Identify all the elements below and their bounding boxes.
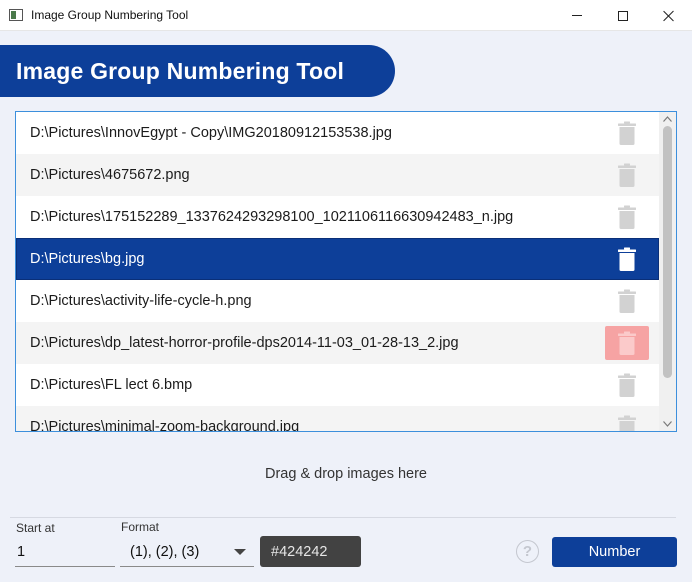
delete-button[interactable] <box>605 326 649 360</box>
title-bar: Image Group Numbering Tool <box>0 0 692 31</box>
maximize-icon <box>618 10 628 21</box>
app-window-icon <box>9 9 23 21</box>
delete-button[interactable] <box>605 158 649 192</box>
format-dropdown[interactable]: (1), (2), (3) <box>120 537 254 567</box>
list-item[interactable]: D:\Pictures\activity-life-cycle-h.png <box>16 280 659 322</box>
start-at-input[interactable]: 1 <box>15 537 115 567</box>
file-path-label: D:\Pictures\activity-life-cycle-h.png <box>30 293 252 309</box>
vertical-scrollbar[interactable] <box>659 112 676 431</box>
help-button[interactable]: ? <box>516 540 539 563</box>
delete-button[interactable] <box>605 200 649 234</box>
image-file-list[interactable]: D:\Pictures\InnovEgypt - Copy\IMG2018091… <box>15 111 677 432</box>
file-path-label: D:\Pictures\dp_latest-horror-profile-dps… <box>30 335 459 351</box>
trash-icon <box>618 289 636 313</box>
header-banner: Image Group Numbering Tool <box>0 45 395 97</box>
list-item[interactable]: D:\Pictures\minimal-zoom-background.jpg <box>16 406 659 432</box>
drop-zone-hint[interactable]: Drag & drop images here <box>0 466 692 482</box>
trash-icon <box>618 331 636 355</box>
scroll-up-button[interactable] <box>659 112 676 126</box>
delete-button[interactable] <box>605 410 649 431</box>
trash-icon <box>618 205 636 229</box>
scroll-down-button[interactable] <box>659 417 676 431</box>
list-item[interactable]: D:\Pictures\InnovEgypt - Copy\IMG2018091… <box>16 112 659 154</box>
file-path-label: D:\Pictures\FL lect 6.bmp <box>30 377 193 393</box>
format-selected-value: (1), (2), (3) <box>130 543 200 560</box>
list-item[interactable]: D:\Pictures\bg.jpg <box>16 238 659 280</box>
number-button[interactable]: Number <box>552 537 677 567</box>
file-path-label: D:\Pictures\minimal-zoom-background.jpg <box>30 419 300 432</box>
maximize-button[interactable] <box>600 0 646 31</box>
delete-button[interactable] <box>605 242 649 276</box>
trash-icon <box>618 415 636 431</box>
file-path-label: D:\Pictures\175152289_1337624293298100_1… <box>30 209 514 225</box>
list-item[interactable]: D:\Pictures\4675672.png <box>16 154 659 196</box>
list-item[interactable]: D:\Pictures\FL lect 6.bmp <box>16 364 659 406</box>
color-input[interactable]: #424242 <box>260 536 361 567</box>
scroll-thumb[interactable] <box>663 126 672 378</box>
dropdown-arrow-icon <box>234 549 246 555</box>
trash-icon <box>618 121 636 145</box>
delete-button[interactable] <box>605 368 649 402</box>
minimize-button[interactable] <box>554 0 600 31</box>
file-path-label: D:\Pictures\InnovEgypt - Copy\IMG2018091… <box>30 125 392 141</box>
trash-icon <box>618 247 636 271</box>
list-item[interactable]: D:\Pictures\dp_latest-horror-profile-dps… <box>16 322 659 364</box>
start-at-label: Start at <box>16 521 55 535</box>
file-path-label: D:\Pictures\4675672.png <box>30 167 190 183</box>
trash-icon <box>618 373 636 397</box>
list-item[interactable]: D:\Pictures\175152289_1337624293298100_1… <box>16 196 659 238</box>
close-button[interactable] <box>646 0 692 31</box>
divider <box>10 517 676 518</box>
format-label: Format <box>121 520 160 534</box>
chevron-up-icon <box>663 116 672 122</box>
minimize-icon <box>572 15 582 16</box>
close-icon <box>663 10 675 22</box>
window-title: Image Group Numbering Tool <box>31 8 189 22</box>
trash-icon <box>618 163 636 187</box>
chevron-down-icon <box>663 421 672 427</box>
file-path-label: D:\Pictures\bg.jpg <box>30 251 145 267</box>
delete-button[interactable] <box>605 284 649 318</box>
delete-button[interactable] <box>605 116 649 150</box>
page-title: Image Group Numbering Tool <box>16 57 345 84</box>
